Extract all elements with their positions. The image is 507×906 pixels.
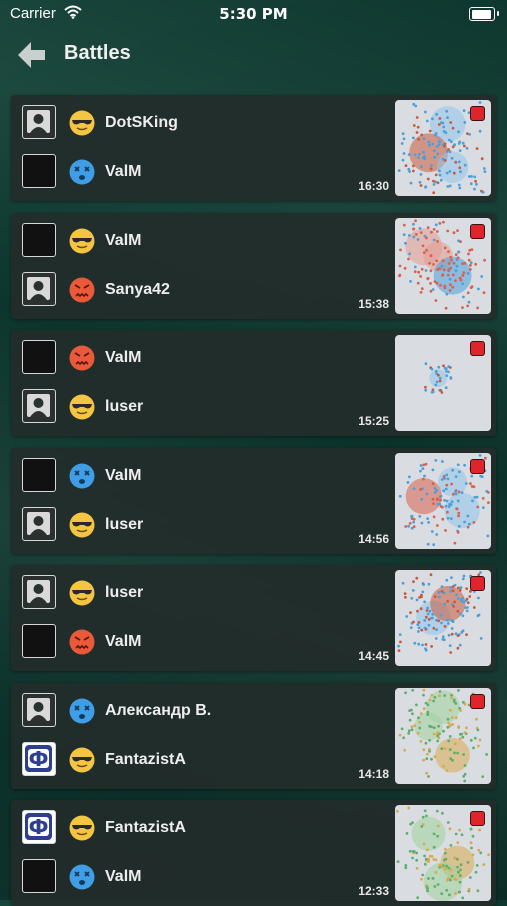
red-square-icon [470,458,485,474]
battle-card[interactable]: DotSKing ValM 16:30 [11,95,496,201]
player-avatar [22,340,56,374]
battle-map-thumbnail[interactable] [395,687,491,784]
player-avatar [22,271,56,306]
player-row: luser [22,575,342,611]
emoji-dead-icon [69,463,95,489]
back-arrow-icon[interactable] [14,38,48,72]
player-row: ValM [22,457,342,494]
emoji-cool-icon [69,815,95,841]
player-row: ValM [22,222,342,259]
player-name: ValM [105,349,142,366]
player-name: luser [105,515,144,533]
player-name: ValM [105,466,142,484]
player-row: ValM [22,154,342,190]
player-name: ValM [105,231,142,249]
player-name: DotSKing [105,114,178,131]
player-row: luser [22,389,342,425]
battle-card[interactable]: Александр В. Ф FantazistA 14:18 [11,682,496,789]
player-avatar [22,389,56,423]
player-name: ValM [105,163,142,180]
player-name: Sanya42 [105,280,170,298]
battle-card[interactable]: ValM luser 14:56 [11,447,496,554]
player-row: Ф FantazistA [22,810,342,846]
svg-text:Ф: Ф [29,747,49,771]
emoji-cool-icon [69,228,95,254]
player-row: ValM [22,340,342,376]
emoji-angry-icon [69,629,95,655]
red-square-icon [470,341,485,356]
status-bar: Carrier 5:30 PM [0,0,507,28]
emoji-cool-icon [69,512,95,538]
player-name: ValM [105,633,142,650]
navigation-bar: Battles [0,28,507,82]
red-square-icon [470,576,485,591]
battle-card[interactable]: luser ValM 14:45 [11,565,496,671]
player-name: FantazistA [105,819,186,836]
svg-text:Ф: Ф [29,815,49,839]
red-square-icon [470,106,485,121]
battle-card[interactable]: ValM Sanya42 15:38 [11,212,496,319]
player-name: luser [105,584,144,601]
player-avatar [22,457,56,492]
player-row: Sanya42 [22,271,342,308]
battle-map-thumbnail[interactable] [395,217,491,314]
player-avatar [22,859,56,893]
player-avatar [22,692,56,727]
player-name: Александр В. [105,701,212,719]
player-row: ValM [22,859,342,895]
status-time: 5:30 PM [219,5,288,23]
player-name: luser [105,398,144,415]
player-avatar [22,575,56,609]
battle-time: 15:25 [358,414,389,428]
battle-time: 12:33 [358,884,389,898]
red-square-icon [470,811,485,826]
battle-card[interactable]: Ф FantazistA ValM 12:33 [11,800,496,906]
battle-map-thumbnail[interactable] [395,452,491,549]
emoji-cool-icon [69,110,95,136]
emoji-angry-icon [69,345,95,371]
player-avatar [22,154,56,188]
battle-time: 14:45 [358,649,389,663]
battle-map-thumbnail[interactable] [395,335,491,431]
player-avatar [22,222,56,257]
battle-map-thumbnail[interactable] [395,100,491,196]
red-square-icon [470,693,485,709]
player-avatar: Ф [22,741,56,776]
emoji-dead-icon [69,864,95,890]
emoji-dead-icon [69,159,95,185]
battle-map-thumbnail[interactable] [395,570,491,666]
player-row: Ф FantazistA [22,741,342,778]
player-row: luser [22,506,342,543]
player-name: ValM [105,868,142,885]
emoji-angry-icon [69,277,95,303]
battle-card[interactable]: ValM luser 15:25 [11,330,496,436]
player-avatar [22,506,56,541]
page-title: Battles [64,42,131,64]
emoji-cool-icon [69,394,95,420]
emoji-dead-icon [69,698,95,724]
battery-icon [469,7,499,21]
red-square-icon [470,223,485,239]
player-avatar: Ф [22,810,56,844]
emoji-cool-icon [69,580,95,606]
player-name: FantazistA [105,750,186,768]
player-avatar [22,105,56,139]
player-avatar [22,624,56,658]
battle-time: 14:56 [358,531,389,546]
player-row: DotSKing [22,105,342,141]
emoji-cool-icon [69,747,95,773]
battle-time: 14:18 [358,766,389,781]
battle-time: 16:30 [358,179,389,193]
player-row: ValM [22,624,342,660]
player-row: Александр В. [22,692,342,729]
battle-map-thumbnail[interactable] [395,805,491,901]
battle-time: 15:38 [358,296,389,311]
